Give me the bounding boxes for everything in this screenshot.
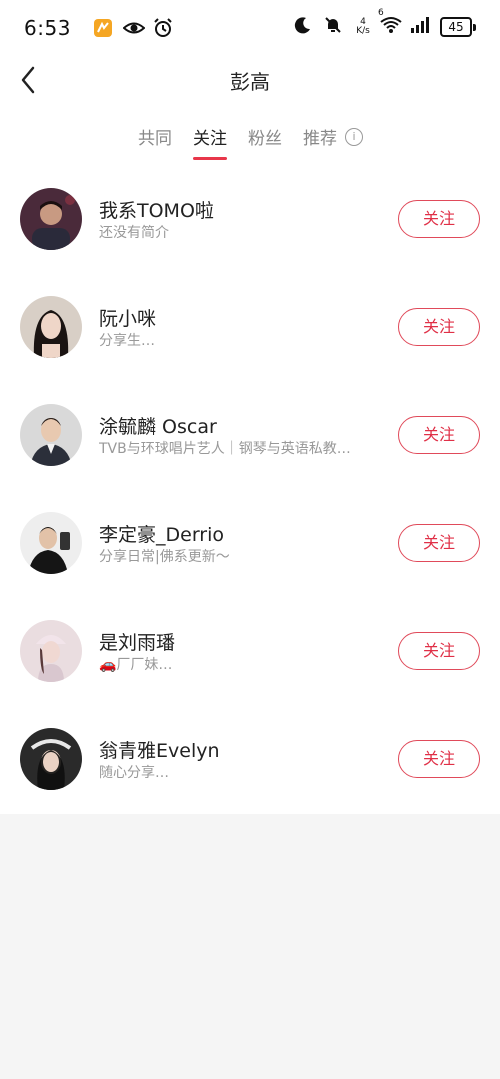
moon-icon [294,16,316,38]
user-description: 分享日常|佛系更新～ [99,549,230,565]
status-right-icons: 4 K/s 6 45 [294,8,476,38]
signal-icon [410,16,432,38]
status-time: 6:53 [24,16,71,40]
screen: 6:53 4 K/s 6 45 彭高 共同 关注 粉丝 推荐 i 我系TOMO啦… [0,0,500,1079]
user-name: 李定豪_Derrio [99,524,225,546]
follow-button[interactable]: 关注 [398,416,480,454]
user-name: 我系TOMO啦 [99,200,214,222]
tab-following[interactable]: 关注 [193,124,227,160]
network-speed: 4 K/s [356,17,370,36]
list-item[interactable]: 涂毓麟 Oscar TVB与环球唱片艺人｜钢琴与英语私教… 关注 [0,380,500,488]
follow-button[interactable]: 关注 [398,524,480,562]
follow-button[interactable]: 关注 [398,632,480,670]
list-item[interactable]: 是刘雨璠 🚗厂厂妹… 关注 [0,596,500,704]
list-item[interactable]: 阮小咪 分享生… 关注 [0,272,500,380]
page-title: 彭高 [230,70,270,94]
user-name: 翁青雅Evelyn [99,740,220,762]
app-notification-icon [93,18,115,40]
wifi-badge: 6 [378,8,384,18]
avatar[interactable] [20,620,82,682]
user-name: 是刘雨璠 [99,632,176,654]
avatar[interactable] [20,296,82,358]
avatar[interactable] [20,728,82,790]
tab-recommended[interactable]: 推荐 [303,124,337,149]
list-item[interactable]: 我系TOMO啦 还没有简介 关注 [0,164,500,272]
user-description: 分享生… [99,333,155,349]
user-description: 还没有简介 [99,225,169,241]
user-description: 🚗厂厂妹… [99,657,173,673]
follow-button[interactable]: 关注 [398,200,480,238]
tab-bar: 共同 关注 粉丝 推荐 i [138,124,363,160]
alarm-icon [153,18,175,40]
tab-fans[interactable]: 粉丝 [248,124,282,149]
battery-icon: 45 [440,17,476,37]
list-item[interactable]: 李定豪_Derrio 分享日常|佛系更新～ 关注 [0,488,500,596]
list-item[interactable]: 翁青雅Evelyn 随心分享… 关注 [0,704,500,812]
user-description: 随心分享… [99,765,169,781]
content-panel: 6:53 4 K/s 6 45 彭高 共同 关注 粉丝 推荐 i 我系TOMO啦… [0,0,500,814]
user-description: TVB与环球唱片艺人｜钢琴与英语私教… [99,441,351,457]
user-name: 涂毓麟 Oscar [99,416,217,438]
info-icon[interactable]: i [345,127,363,146]
eye-icon [122,18,146,40]
status-bar: 6:53 4 K/s 6 45 [0,0,500,58]
follow-button[interactable]: 关注 [398,308,480,346]
avatar[interactable] [20,512,82,574]
user-name: 阮小咪 [99,308,157,330]
avatar[interactable] [20,188,82,250]
avatar[interactable] [20,404,82,466]
status-left-icons [93,18,175,40]
follow-button[interactable]: 关注 [398,740,480,778]
wifi-icon: 6 [378,8,402,38]
user-list: 我系TOMO啦 还没有简介 关注 阮小咪 分享生… 关注 涂毓麟 Oscar T… [0,164,500,812]
bell-muted-icon [324,16,346,38]
tab-mutual[interactable]: 共同 [138,124,172,149]
